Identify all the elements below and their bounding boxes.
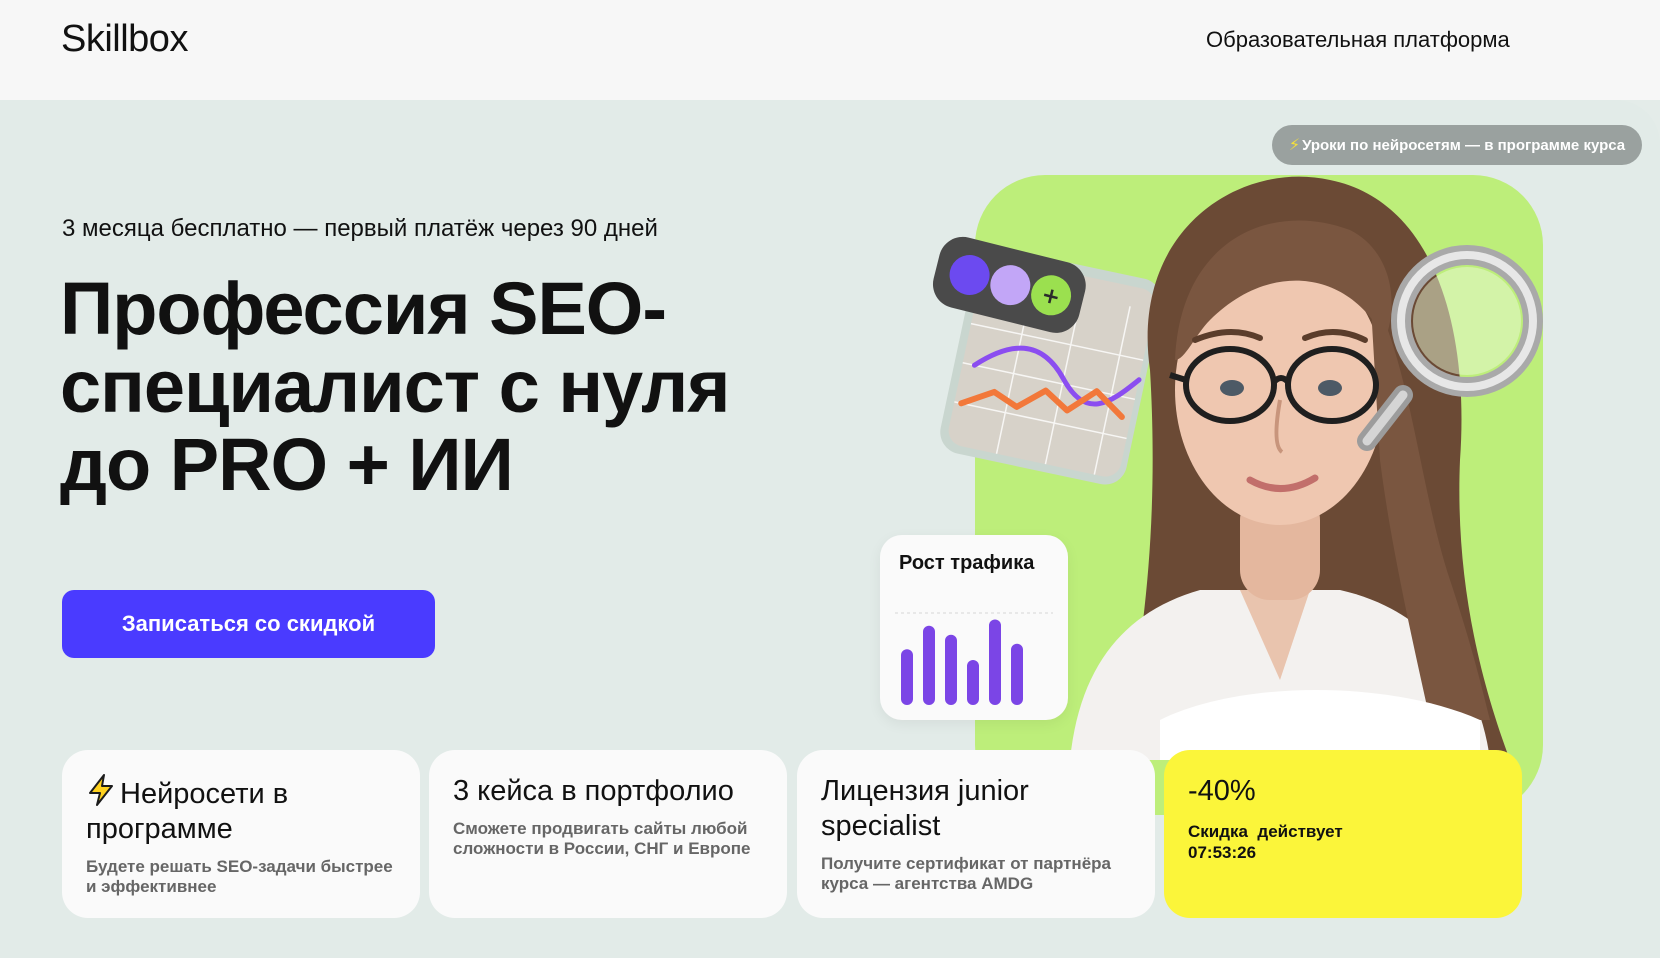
feature-card-desc: Будете решать SEO-задачи быстрее и эффек… (86, 857, 393, 896)
hero-pretitle: 3 месяца бесплатно — первый платёж через… (62, 215, 658, 242)
feature-card-ai: Нейросети в программе Будете решать SEO-… (62, 750, 420, 918)
traffic-bar-chart (895, 612, 1053, 705)
feature-card-desc: Сможете продвигать сайты любой сложности… (453, 819, 751, 858)
feature-card-portfolio: 3 кейса в портфолио Сможете продвигать с… (429, 750, 787, 918)
enroll-discount-button[interactable]: Записаться со скидкой (62, 590, 435, 658)
traffic-bar (923, 625, 935, 705)
bolt-icon: ⚡ (1288, 137, 1301, 154)
ai-lessons-badge: ⚡ Уроки по нейросетям — в программе курс… (1272, 125, 1642, 165)
platform-link[interactable]: Образовательная платформа (1206, 27, 1510, 53)
traffic-bar (989, 619, 1001, 705)
discount-percent: -40% (1188, 775, 1256, 807)
feature-card-title: 3 кейса в портфолио (453, 775, 734, 807)
traffic-bar (945, 634, 957, 705)
feature-card-title: Лицензия junior specialist (821, 775, 1029, 842)
discount-card[interactable]: -40% Скидка действует 07:53:26 (1164, 750, 1522, 918)
traffic-bar (967, 660, 979, 705)
magnifier-illustration (1357, 245, 1543, 451)
feature-card-title: Нейросети в программе (86, 778, 289, 845)
traffic-growth-card: Рост трафика (880, 535, 1068, 720)
page-title: Профессия SEO-специалист с нуля до PRO +… (60, 267, 730, 506)
skillbox-logo[interactable]: Skillbox (61, 18, 188, 61)
badge-text: Уроки по нейросетям — в программе курса (1302, 136, 1626, 154)
discount-label: Скидка действует (1188, 822, 1343, 841)
traffic-bar (1011, 643, 1023, 705)
traffic-bar (901, 649, 913, 705)
top-bar: Skillbox Образовательная платформа (0, 0, 1660, 100)
feature-card-desc: Получите сертификат от партнёра курса — … (821, 854, 1111, 893)
bolt-icon (89, 774, 113, 806)
traffic-card-label: Рост трафика (899, 552, 1035, 574)
discount-timer: 07:53:26 (1188, 843, 1257, 862)
feature-card-license: Лицензия junior specialist Получите серт… (797, 750, 1155, 918)
